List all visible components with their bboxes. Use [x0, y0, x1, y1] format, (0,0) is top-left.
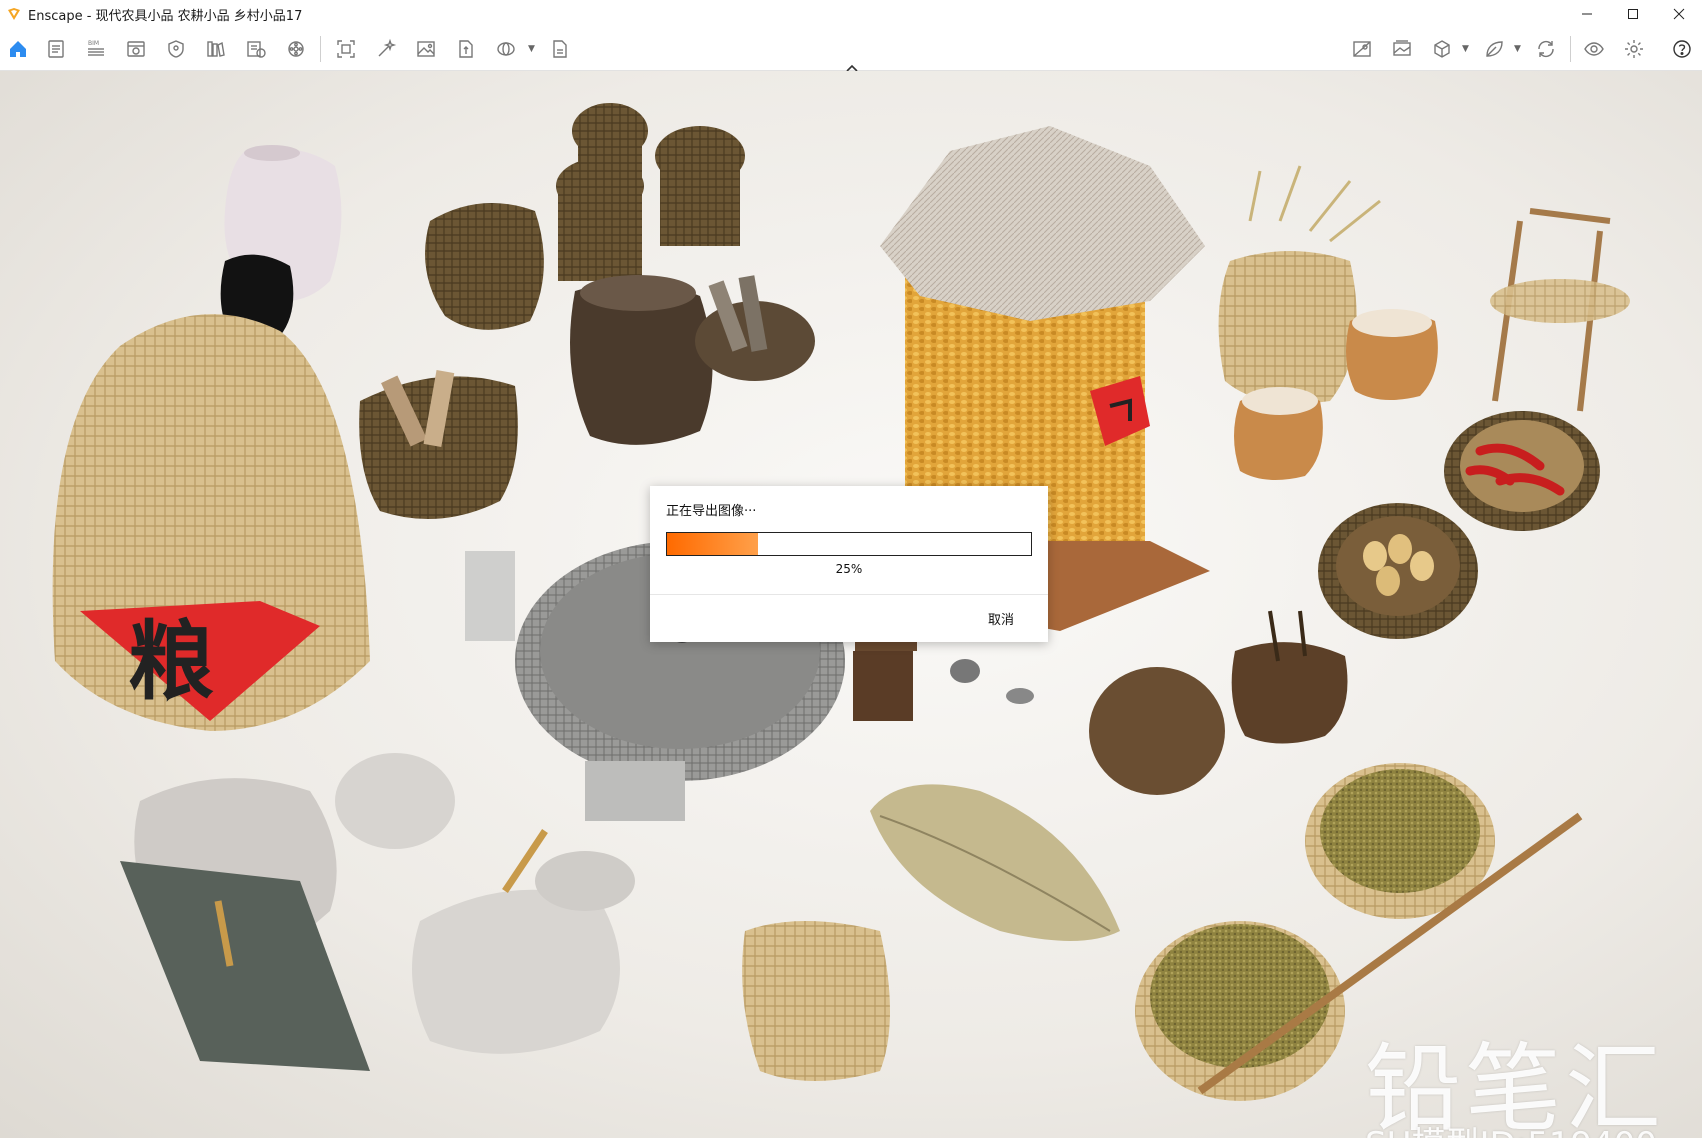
collapse-toolbar-chevron-icon[interactable]	[842, 58, 862, 72]
dialog-title: 正在导出图像···	[666, 504, 757, 519]
window-title: Enscape - 现代农具小品 农耕小品 乡村小品17	[28, 8, 303, 24]
dialog-divider	[650, 594, 1048, 595]
title-bar: Enscape - 现代农具小品 农耕小品 乡村小品17	[0, 0, 1702, 28]
document-icon[interactable]	[44, 37, 68, 61]
bim-label: BIM	[88, 40, 99, 47]
chevron-down-icon[interactable]: ▼	[1514, 44, 1521, 54]
leaf-icon[interactable]	[1482, 37, 1506, 61]
bookshelf-icon[interactable]	[204, 37, 228, 61]
screenshot-icon[interactable]	[334, 37, 358, 61]
chevron-down-icon[interactable]: ▼	[1462, 44, 1469, 54]
toolbar-separator	[1570, 36, 1571, 62]
image-icon[interactable]	[414, 37, 438, 61]
toolbar: BIM ▼ ▼ ▼	[0, 28, 1702, 72]
window-controls	[1564, 0, 1702, 28]
minimize-button[interactable]	[1564, 0, 1610, 28]
magic-wand-icon[interactable]	[374, 37, 398, 61]
gallery-icon[interactable]	[1390, 37, 1414, 61]
bim-icon[interactable]: BIM	[84, 37, 108, 61]
grain-sign-text: 粮	[128, 612, 214, 712]
watermark-model-id: SU模型ID:519400	[1365, 1117, 1657, 1138]
exe-icon[interactable]	[548, 37, 572, 61]
enscape-logo-icon	[6, 6, 22, 22]
cancel-button[interactable]: 取消	[988, 609, 1014, 628]
toolbar-separator	[320, 36, 321, 62]
visual-settings-icon[interactable]	[1350, 37, 1374, 61]
help-icon[interactable]	[1670, 37, 1694, 61]
gear-icon[interactable]	[1622, 37, 1646, 61]
view-icon[interactable]	[124, 37, 148, 61]
maximize-button[interactable]	[1610, 0, 1656, 28]
export-icon[interactable]	[244, 37, 268, 61]
file-export-icon[interactable]	[454, 37, 478, 61]
cube-icon[interactable]	[1430, 37, 1454, 61]
home-icon[interactable]	[6, 37, 30, 61]
chevron-down-icon[interactable]: ▼	[528, 44, 535, 54]
progress-bar	[666, 532, 1032, 556]
progress-bar-fill	[667, 533, 758, 555]
eye-icon[interactable]	[1582, 37, 1606, 61]
sync-icon[interactable]	[1534, 37, 1558, 61]
settings-wheel-icon[interactable]	[284, 37, 308, 61]
close-button[interactable]	[1656, 0, 1702, 28]
panorama-icon[interactable]	[494, 37, 518, 61]
export-progress-dialog: 正在导出图像··· 25% 取消	[650, 486, 1048, 642]
progress-percent: 25%	[835, 562, 863, 576]
shield-icon[interactable]	[164, 37, 188, 61]
